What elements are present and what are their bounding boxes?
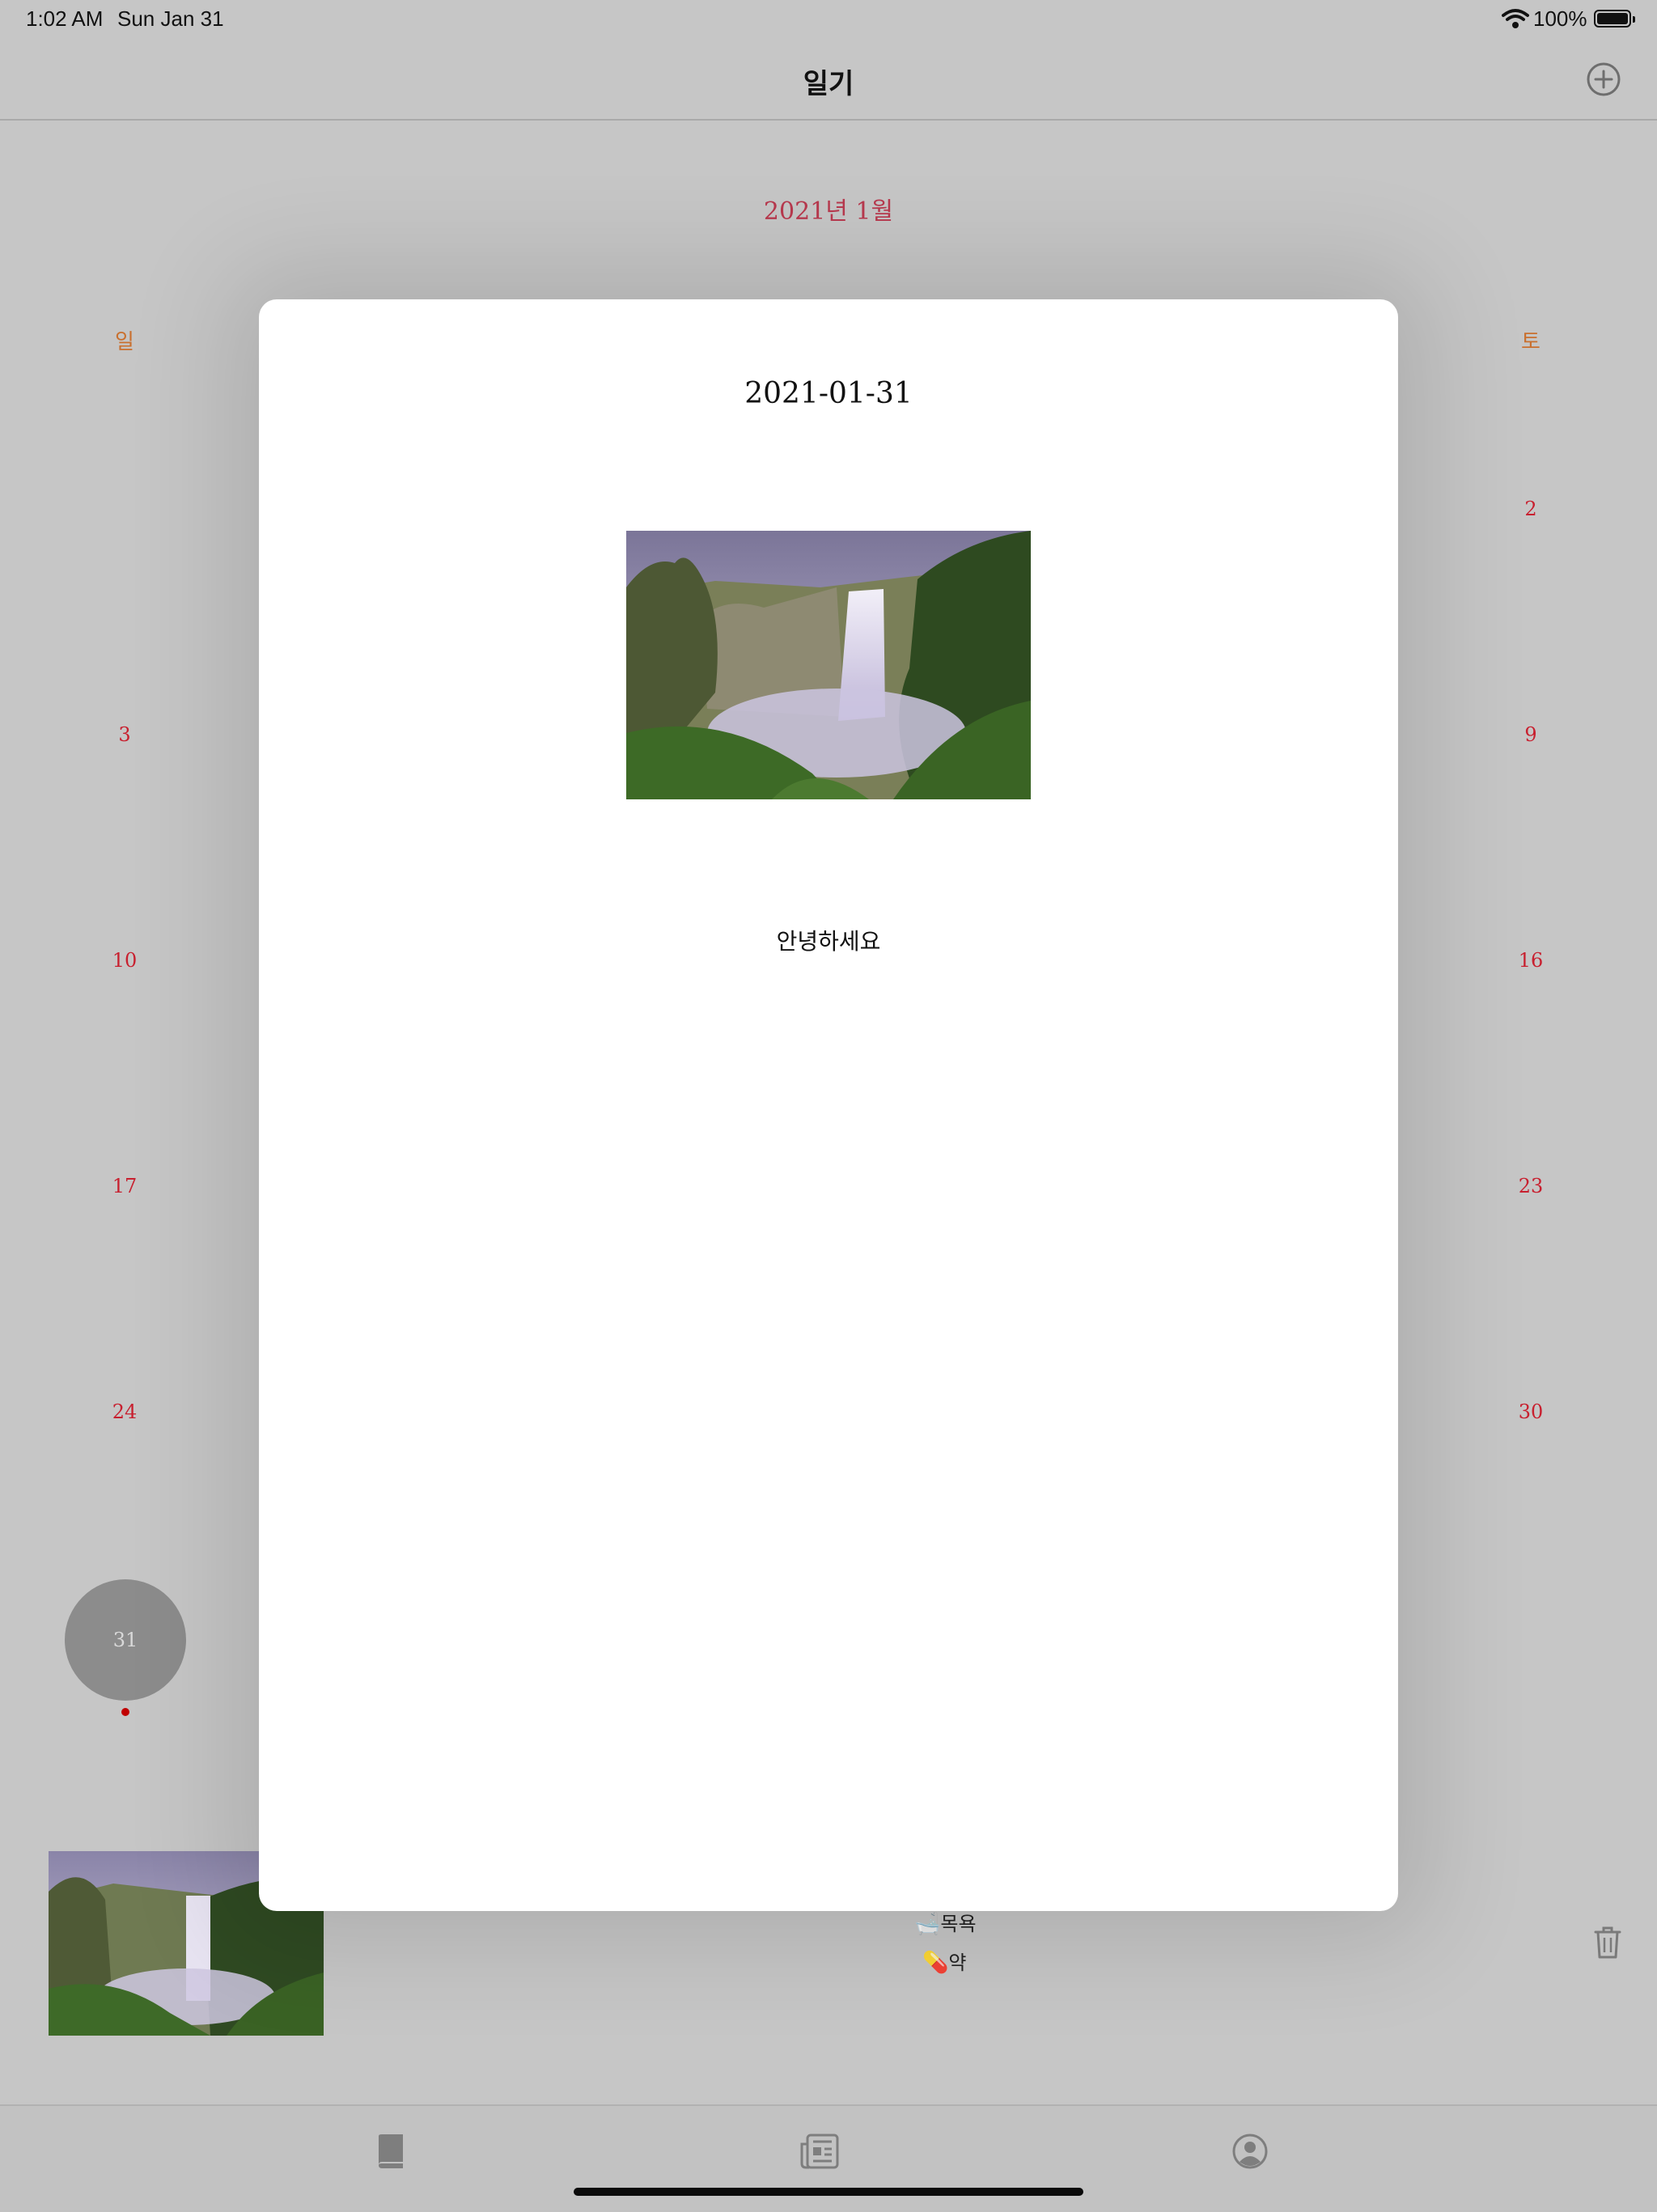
tab-feed[interactable]: [799, 2133, 840, 2170]
waterfall-image: [626, 531, 1031, 799]
nav-divider: [0, 119, 1657, 121]
battery-percentage: 100%: [1533, 6, 1587, 31]
month-title[interactable]: 2021년 1월: [0, 191, 1657, 227]
calendar-day[interactable]: 24: [84, 1401, 165, 1423]
newspaper-icon: [800, 2134, 839, 2169]
pill-icon: 💊: [922, 1951, 949, 1975]
calendar-day[interactable]: 30: [1490, 1401, 1571, 1423]
person-circle-icon: [1232, 2134, 1268, 2169]
modal-date: 2021-01-31: [744, 377, 913, 410]
plus-circle-icon: [1587, 62, 1621, 96]
tab-diary[interactable]: [375, 2133, 406, 2170]
wifi-icon: [1502, 8, 1529, 29]
book-icon: [379, 2134, 403, 2168]
selected-day[interactable]: 31: [65, 1579, 186, 1701]
calendar-day[interactable]: 3: [84, 723, 165, 746]
trash-icon: [1594, 1926, 1621, 1959]
battery-fill: [1597, 13, 1628, 24]
diary-text: 안녕하세요: [776, 928, 881, 955]
add-entry-button[interactable]: [1586, 61, 1621, 97]
home-indicator: [574, 2188, 1083, 2196]
calendar-day[interactable]: 2: [1490, 498, 1571, 520]
calendar-day[interactable]: 10: [84, 949, 165, 972]
diary-photo[interactable]: [626, 531, 1031, 799]
event-indicator-dot: [121, 1708, 129, 1716]
entry-item-medicine: 💊약: [922, 1947, 966, 1975]
diary-detail-modal[interactable]: 2021-01-31 안녕하세요: [259, 299, 1398, 1911]
calendar-day[interactable]: 23: [1490, 1175, 1571, 1197]
status-date: Sun Jan 31: [117, 6, 224, 31]
status-time: 1:02 AM: [26, 6, 104, 31]
weekday-sunday: 일: [115, 330, 134, 354]
weekday-saturday: 토: [1521, 330, 1540, 354]
entry-item-label: 목욕: [940, 1913, 977, 1935]
entry-item-label: 약: [948, 1951, 967, 1974]
bath-icon: 🛁: [914, 1912, 941, 1936]
page-title: 일기: [803, 68, 854, 100]
delete-button[interactable]: [1594, 1926, 1621, 1960]
calendar-day[interactable]: 9: [1490, 723, 1571, 746]
entry-item-bath: 🛁목욕: [914, 1908, 977, 1936]
battery-icon: [1594, 10, 1635, 28]
tab-profile[interactable]: [1231, 2133, 1269, 2170]
calendar-day[interactable]: 17: [84, 1175, 165, 1197]
calendar-day[interactable]: 16: [1490, 949, 1571, 972]
